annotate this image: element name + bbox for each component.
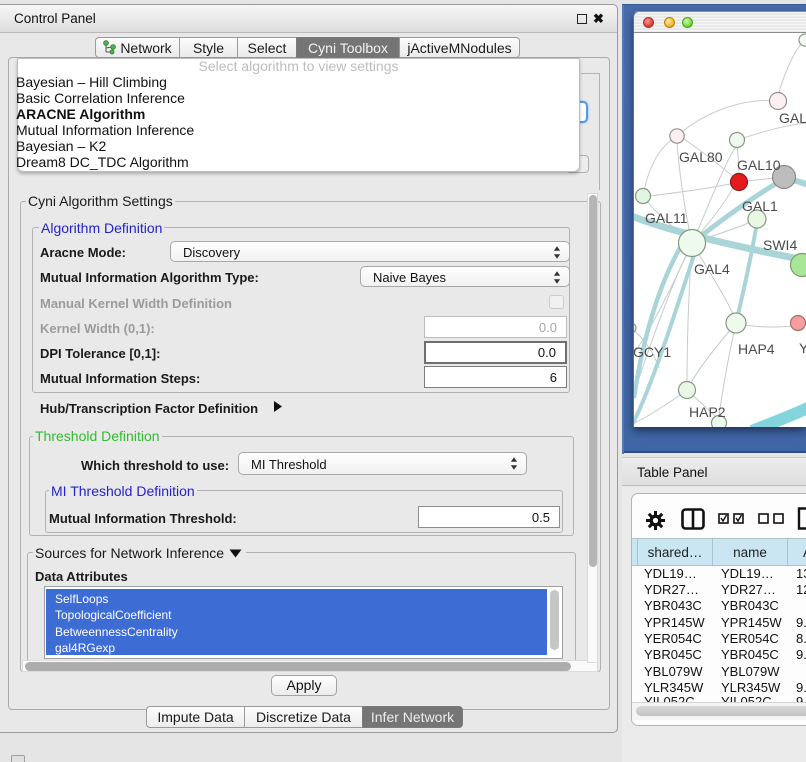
svg-text:GAL: GAL [779,110,806,126]
svg-text:GAL1: GAL1 [742,198,778,214]
svg-text:HAP2: HAP2 [689,404,726,420]
svg-text:GAL11: GAL11 [645,210,688,226]
svg-text:Y: Y [799,340,806,356]
svg-text:GAL80: GAL80 [679,149,723,165]
svg-text:HAP4: HAP4 [738,341,775,357]
svg-text:GAL10: GAL10 [737,157,781,173]
svg-text:SWI4: SWI4 [763,237,797,253]
svg-text:GCY1: GCY1 [634,344,671,360]
svg-text:GAL4: GAL4 [694,261,730,277]
